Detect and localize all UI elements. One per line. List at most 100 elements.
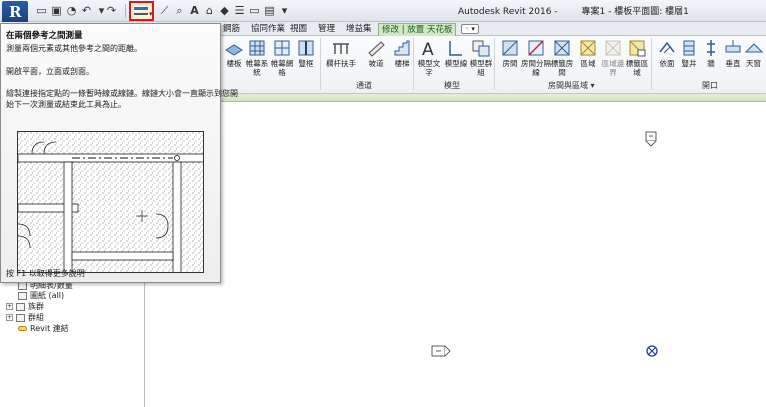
switch-windows-icon[interactable]: ▤ bbox=[262, 3, 277, 19]
tag-area-label: 標籤區域 bbox=[625, 59, 649, 77]
panel-divider bbox=[651, 38, 652, 90]
tag-area-icon bbox=[629, 40, 646, 57]
redo-icon[interactable]: ↷ bbox=[104, 3, 119, 19]
mullion-button[interactable]: 豎框 bbox=[292, 38, 320, 78]
revit-logo-icon: R bbox=[9, 3, 22, 21]
dormer-label: 天窗 bbox=[746, 59, 761, 68]
tag-room-label: 標籤房間 bbox=[550, 59, 574, 77]
sheet-icon bbox=[18, 291, 27, 300]
panel-title-model[interactable]: 模型 bbox=[444, 80, 460, 91]
browser-item-label: 圖紙 (all) bbox=[30, 291, 65, 300]
expand-icon[interactable]: + bbox=[6, 303, 13, 310]
svg-text:A: A bbox=[422, 40, 434, 58]
panel-title-circulation: 通道 bbox=[356, 81, 372, 90]
tag-room-icon bbox=[554, 40, 570, 56]
panel-divider bbox=[320, 38, 321, 90]
title-bar: R ▭ ▣ ◔ ↶ ▾ ↷ ▾ ⟋ ⌕ A ⌂ ◆ ☰ ▭ ▤ ▾ Autode… bbox=[0, 0, 766, 23]
family-icon bbox=[16, 302, 25, 311]
project-browser: 明細表/數量 圖紙 (all) + 族群 + 群組 Revit 連結 bbox=[0, 270, 144, 407]
model-line-icon bbox=[449, 41, 462, 56]
tab-rebar[interactable]: 鋼筋 bbox=[223, 23, 240, 35]
measure-button[interactable]: ▾ bbox=[129, 1, 154, 21]
undo-icon[interactable]: ↶ bbox=[79, 3, 94, 19]
tag-icon[interactable]: ⌕ bbox=[172, 3, 187, 19]
browser-item-label: 族群 bbox=[28, 302, 44, 311]
close-hidden-icon[interactable]: ▭ bbox=[247, 3, 262, 19]
model-text-label: 模型文字 bbox=[417, 59, 441, 77]
curtain-grid-icon bbox=[274, 40, 290, 56]
toolbar-divider bbox=[125, 4, 126, 18]
floor-icon bbox=[225, 44, 243, 56]
section-icon[interactable]: ◆ bbox=[217, 3, 232, 19]
ramp-button[interactable]: 坡道 bbox=[362, 38, 390, 78]
area-label: 區域 bbox=[580, 59, 596, 68]
application-menu-button[interactable]: R bbox=[2, 1, 28, 23]
tab-manage[interactable]: 管理 bbox=[318, 23, 335, 35]
elevation-marker-north[interactable] bbox=[645, 131, 657, 147]
stair-button[interactable]: 樓梯 bbox=[388, 38, 416, 78]
document-title: 專案1 - 樓板平面圖: 樓層1 bbox=[581, 7, 689, 17]
browser-item-label: Revit 連結 bbox=[30, 324, 69, 333]
app-title: Autodesk Revit 2016 - bbox=[458, 7, 558, 17]
tooltip-title: 在兩個參考之間測量 bbox=[6, 31, 83, 41]
tab-view[interactable]: 視圖 bbox=[290, 23, 307, 35]
area-icon bbox=[580, 40, 596, 56]
shaft-icon bbox=[683, 40, 695, 56]
save-icon[interactable]: ▣ bbox=[49, 3, 64, 19]
project-base-point-icon[interactable] bbox=[646, 345, 658, 357]
text-icon[interactable]: A bbox=[187, 3, 202, 19]
tag-room-button[interactable]: 標籤房間 bbox=[548, 38, 576, 78]
tab-collaborate[interactable]: 協同作業 bbox=[251, 23, 285, 35]
group-icon bbox=[16, 313, 25, 322]
stair-icon bbox=[394, 40, 410, 56]
drawing-canvas[interactable] bbox=[221, 103, 766, 407]
ribbon-minimize-icon[interactable]: ◦ ▾ bbox=[461, 24, 479, 34]
tag-area-button[interactable]: 標籤區域 bbox=[623, 38, 651, 78]
model-text-icon: A bbox=[422, 40, 434, 58]
tooltip-help-hint: 按 F1 以取得更多說明 bbox=[6, 269, 85, 278]
railing-label: 欄杆扶手 bbox=[326, 59, 356, 68]
open-icon[interactable]: ▭ bbox=[34, 3, 49, 19]
customize-toolbar-icon[interactable]: ▾ bbox=[277, 3, 292, 19]
ramp-icon bbox=[368, 41, 385, 57]
curtain-system-button[interactable]: 帷幕系統 bbox=[243, 38, 271, 78]
tooltip-illustration bbox=[17, 131, 204, 273]
3d-view-icon[interactable]: ⌂ bbox=[202, 3, 217, 19]
tooltip-instruction-2: 始下一次測量或結束此工具為止。 bbox=[6, 100, 126, 109]
browser-item-label: 群組 bbox=[28, 313, 44, 322]
browser-item-families[interactable]: + 族群 bbox=[6, 301, 44, 312]
measure-icon bbox=[134, 7, 148, 10]
expand-icon[interactable]: + bbox=[6, 314, 13, 321]
sync-icon[interactable]: ◔ bbox=[64, 3, 79, 19]
measure-tooltip: 在兩個參考之間測量 測量兩個元素或其他參考之間的距離。 開啟平面，立面或剖面。 … bbox=[0, 23, 238, 283]
canvas-graphics bbox=[431, 131, 658, 357]
model-group-label: 模型群組 bbox=[469, 59, 493, 77]
browser-item-groups[interactable]: + 群組 bbox=[6, 312, 44, 323]
model-line-button[interactable]: 模型線 bbox=[442, 38, 470, 78]
stair-label: 樓梯 bbox=[394, 59, 410, 68]
tooltip-instruction-1: 繪製連接指定點的一條暫時線或線鏈。線鏈大小會一直顯示到您開 bbox=[6, 89, 238, 98]
tooltip-description: 測量兩個元素或其他參考之間的距離。 bbox=[6, 44, 142, 53]
link-icon bbox=[18, 326, 27, 331]
elevation-marker-west[interactable] bbox=[431, 345, 451, 357]
panel-title-room-area[interactable]: 房間與區域 ▾ bbox=[548, 80, 595, 91]
tab-modify-place-ceiling[interactable]: 修改 | 放置 天花板 bbox=[378, 23, 457, 37]
window-title: Autodesk Revit 2016 - 專案1 - 樓板平面圖: 樓層1 bbox=[458, 4, 689, 17]
thin-lines-icon[interactable]: ☰ bbox=[232, 3, 247, 19]
vertical-opening-icon bbox=[725, 40, 741, 53]
model-group-button[interactable]: 模型群組 bbox=[467, 38, 495, 78]
browser-item-revit-links[interactable]: Revit 連結 bbox=[18, 323, 69, 334]
browser-item-sheets[interactable]: 圖紙 (all) bbox=[18, 290, 64, 301]
area-button[interactable]: 區域 bbox=[574, 38, 602, 78]
dormer-button[interactable]: 天窗 bbox=[741, 38, 766, 78]
railing-icon bbox=[333, 43, 349, 54]
by-face-icon bbox=[659, 41, 675, 54]
chevron-down-icon[interactable]: ▾ bbox=[149, 10, 153, 18]
model-text-button[interactable]: A 模型文字 bbox=[415, 38, 443, 78]
panel-divider bbox=[494, 38, 495, 90]
aligned-dimension-icon[interactable]: ⟋ bbox=[157, 3, 172, 19]
panel-title-opening: 開口 bbox=[702, 81, 718, 90]
tab-add-ins[interactable]: 增益集 bbox=[346, 23, 372, 35]
ramp-label: 坡道 bbox=[368, 59, 384, 68]
railing-button[interactable]: 欄杆扶手 bbox=[323, 38, 359, 78]
